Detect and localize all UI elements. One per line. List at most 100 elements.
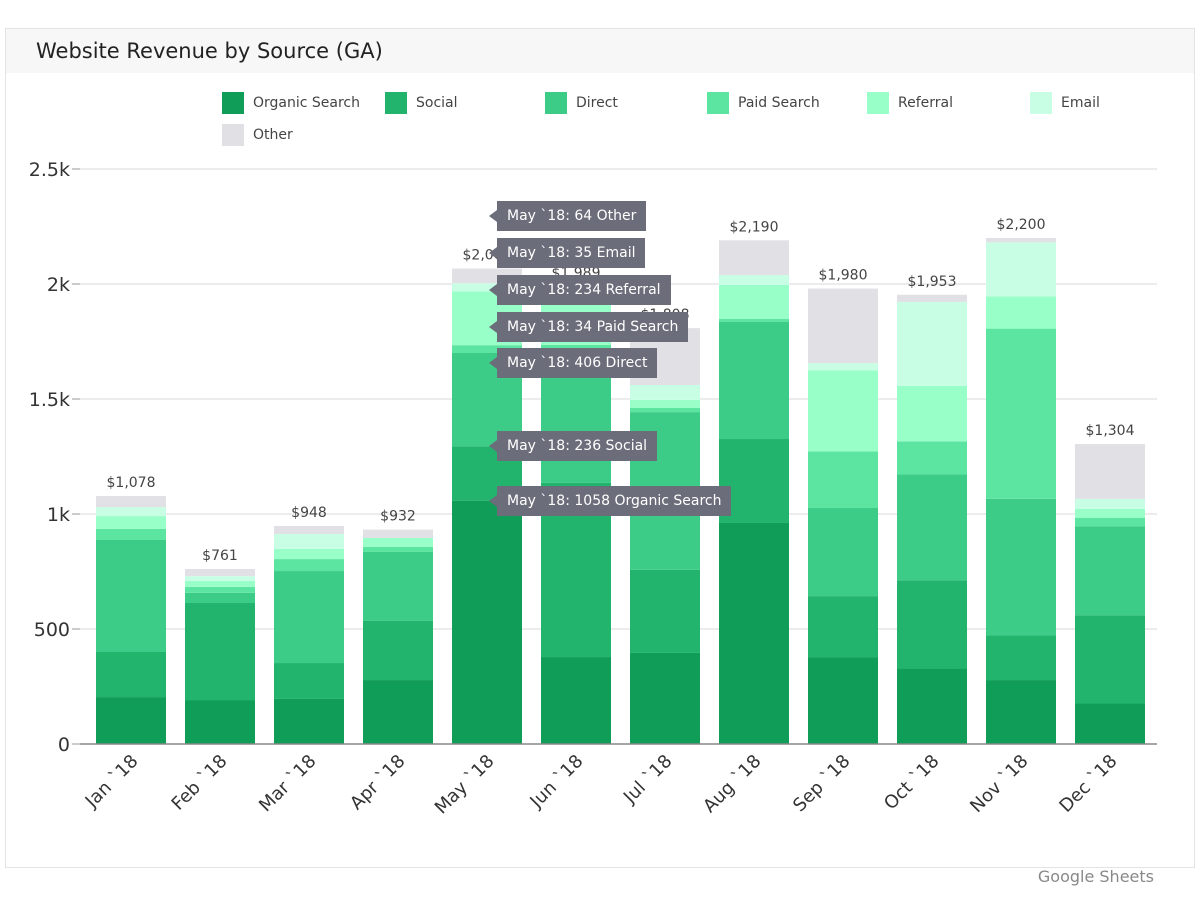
tooltip: May `18: 64 Other <box>488 201 647 231</box>
bar-segment-email <box>185 576 255 581</box>
bar-segment-direct <box>719 321 789 440</box>
tooltip: May `18: 234 Referral <box>489 275 671 305</box>
bar-segment-direct <box>986 498 1056 636</box>
bar-segment-paid-search <box>274 559 344 572</box>
bar-segment-referral <box>719 284 789 319</box>
bar-total-label: $761 <box>202 548 238 564</box>
bar-segment-email <box>274 534 344 549</box>
x-tick-label: Oct `18 <box>880 751 943 814</box>
bar-segment-paid-search <box>1075 517 1145 527</box>
bar-segment-social <box>630 569 700 653</box>
bar-total-label: $1,304 <box>1086 423 1135 439</box>
bar-segment-paid-search <box>986 328 1056 499</box>
bar-segment-organic-search <box>274 698 344 744</box>
bar-segment-email <box>986 242 1056 297</box>
x-tick-label: Sep `18 <box>789 751 854 816</box>
bar-segment-social <box>96 652 166 698</box>
y-tick-label: 2.5k <box>29 159 70 181</box>
x-tick-label: Jun `18 <box>525 751 587 813</box>
bar-segment-referral <box>986 296 1056 329</box>
bar-segment-referral <box>897 385 967 442</box>
bar-total-label: $1,078 <box>107 475 156 491</box>
bar-segment-paid-search <box>96 528 166 540</box>
bar-segment-social <box>363 620 433 681</box>
bar-total-label: $948 <box>291 505 327 521</box>
bar-segment-other <box>274 525 344 535</box>
bar-segment-email <box>719 275 789 285</box>
bar-segment-organic-search <box>185 700 255 744</box>
bar-segment-paid-search <box>363 546 433 552</box>
bar-segment-direct <box>808 508 878 597</box>
bar-segment-other <box>719 240 789 276</box>
bar-segment-email <box>808 363 878 371</box>
bar-segment-organic-search <box>808 657 878 744</box>
bar-segment-referral <box>1075 508 1145 518</box>
bar-segment-email <box>1075 498 1145 509</box>
bar-total-label: $1,953 <box>908 274 957 290</box>
bar-segment-paid-search <box>897 441 967 475</box>
bar-segment-referral <box>630 399 700 408</box>
x-tick-label: Feb `18 <box>168 751 232 815</box>
bar-total-label: $932 <box>380 509 416 525</box>
x-tick-label: May `18 <box>431 751 499 819</box>
y-tick-label: 500 <box>34 619 70 641</box>
bar-segment-social <box>1075 615 1145 704</box>
bar-segment-organic-search <box>986 680 1056 744</box>
bar-segment-other <box>96 496 166 508</box>
tooltip: May `18: 35 Email <box>488 238 646 268</box>
bar-segment-paid-search <box>630 407 700 413</box>
bar-segment-organic-search <box>96 697 166 744</box>
bar-segment-organic-search <box>719 522 789 744</box>
bar-segment-referral <box>96 516 166 529</box>
bar-segment-social <box>986 635 1056 681</box>
bar-segment-organic-search <box>1075 703 1145 744</box>
bar-segment-referral <box>363 537 433 547</box>
bar-segment-other <box>1075 444 1145 499</box>
tooltip: May `18: 1058 Organic Search <box>488 486 732 516</box>
x-tick-label: Aug `18 <box>699 751 765 817</box>
y-tick-label: 2k <box>47 274 70 296</box>
y-tick-label: 1k <box>47 504 70 526</box>
bar-segment-other <box>363 529 433 538</box>
x-tick-label: Dec `18 <box>1055 751 1121 817</box>
bar-segment-direct <box>1075 526 1145 616</box>
bar-segment-direct <box>363 551 433 621</box>
bar-segment-email <box>96 507 166 517</box>
bar-segment-direct <box>96 539 166 652</box>
bar-segment-other <box>897 294 967 302</box>
bar-segment-social <box>897 580 967 669</box>
bar-segment-referral <box>808 370 878 452</box>
x-tick-label: Jul `18 <box>619 751 677 809</box>
bar-segment-other <box>185 568 255 577</box>
bar-segment-paid-search <box>185 586 255 593</box>
x-tick-label: Apr `18 <box>346 751 409 814</box>
tooltip: May `18: 34 Paid Search <box>488 312 689 342</box>
bar-segment-organic-search <box>630 652 700 744</box>
bar-segment-paid-search <box>719 318 789 322</box>
tooltip: May `18: 236 Social <box>488 431 658 461</box>
bar-total-label: $2,200 <box>997 217 1046 233</box>
bar-segment-direct <box>274 571 344 664</box>
bar-total-label: $2,190 <box>730 219 779 235</box>
y-tick-label: 1.5k <box>29 389 70 411</box>
bar-segment-email <box>897 301 967 386</box>
bar-segment-direct <box>897 474 967 581</box>
x-tick-label: Nov `18 <box>966 751 1032 817</box>
bar-segment-organic-search <box>363 680 433 744</box>
bar-segment-other <box>808 288 878 364</box>
bar-segment-organic-search <box>541 657 611 744</box>
bar-segment-social <box>185 603 255 701</box>
bar-segment-social <box>808 596 878 658</box>
bar-segment-direct <box>185 592 255 604</box>
tooltip: May `18: 406 Direct <box>488 348 658 378</box>
bar-segment-social <box>274 663 344 699</box>
bar-segment-email <box>630 384 700 400</box>
y-tick-label: 0 <box>58 734 70 756</box>
bar-total-label: $1,980 <box>819 268 868 284</box>
x-tick-label: Mar `18 <box>255 751 320 816</box>
x-tick-label: Jan `18 <box>81 751 143 813</box>
bar-segment-paid-search <box>808 451 878 509</box>
bar-segment-other <box>986 238 1056 243</box>
bar-segment-organic-search <box>452 500 522 744</box>
bar-segment-referral <box>274 548 344 560</box>
